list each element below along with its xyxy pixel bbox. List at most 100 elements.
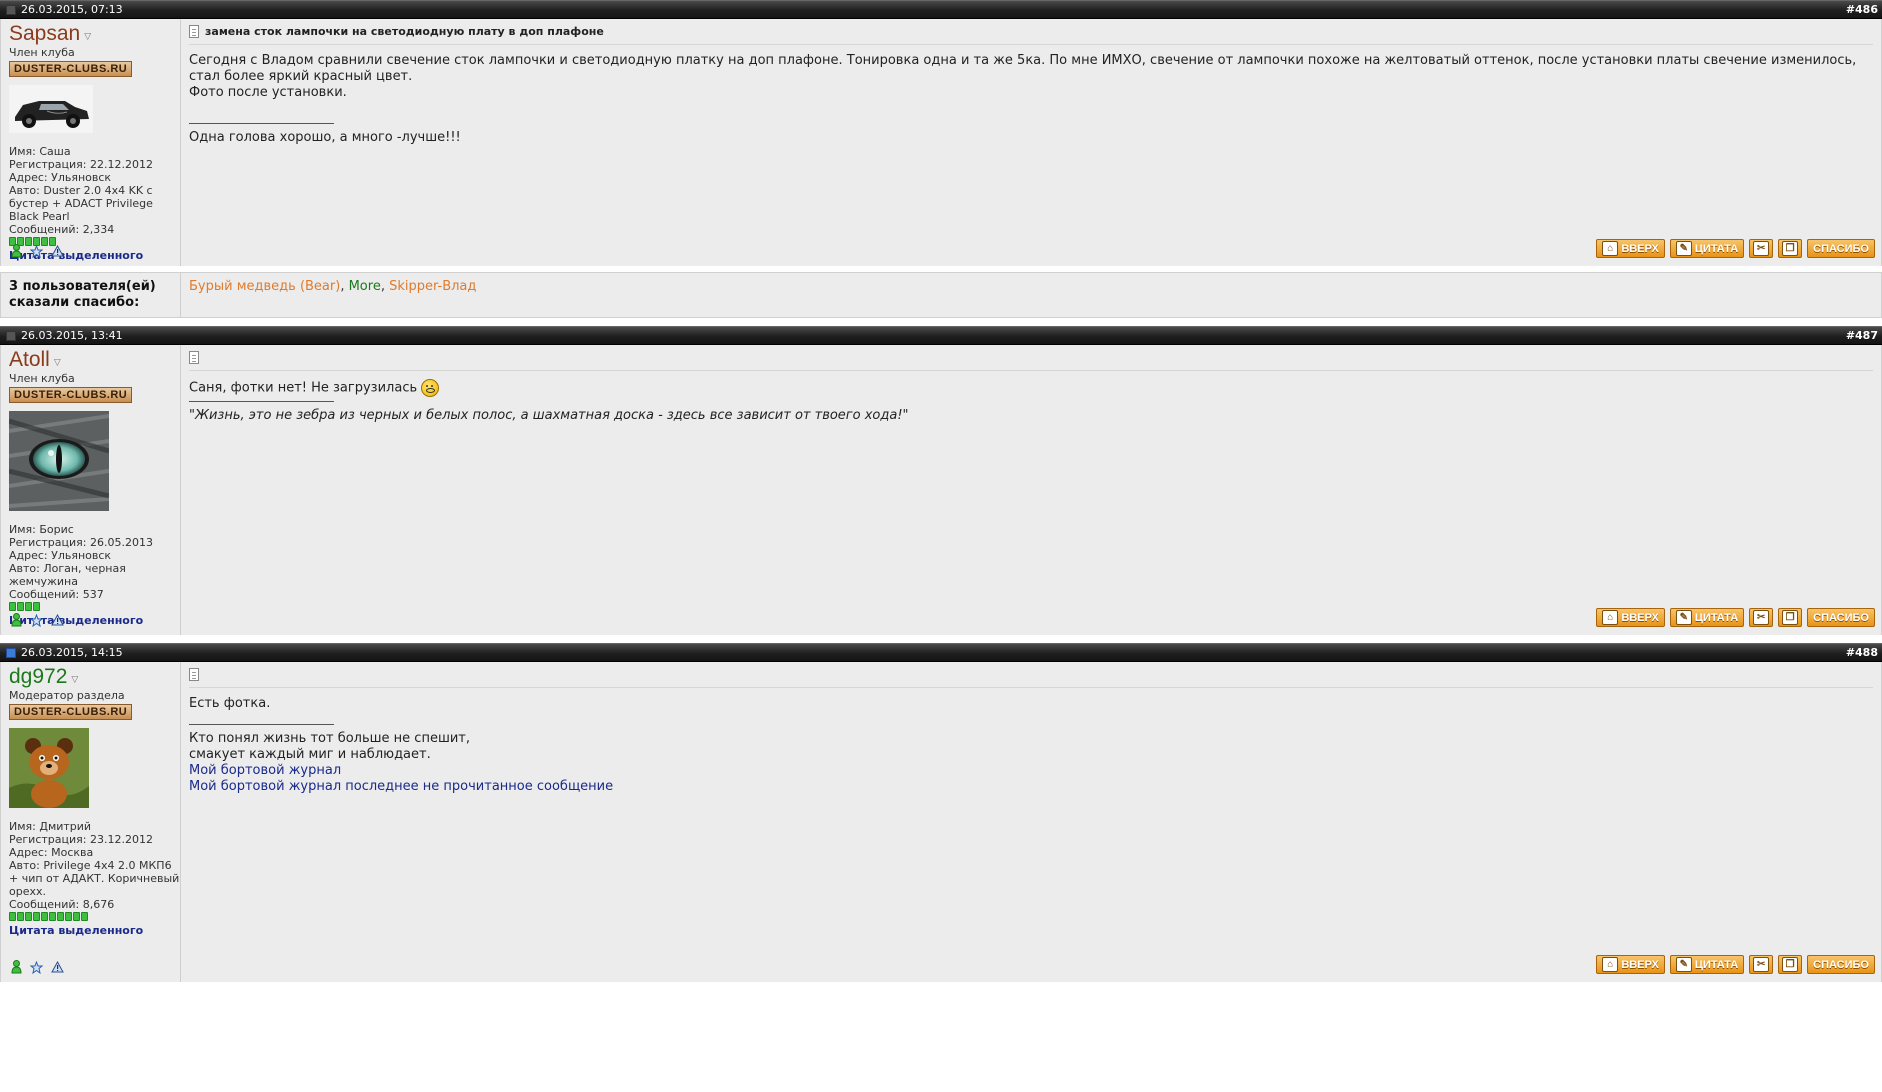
post-status-icon [6,330,16,341]
post-paragraph: Сегодня с Владом сравнили свечение сток … [189,53,1857,84]
signature: "Жизнь, это не зебра из черных и белых п… [189,408,909,423]
thanks-button[interactable]: СПАСИБО [1807,955,1875,974]
post-document-icon [189,668,199,681]
user-detail: Авто: Privilege 4x4 2.0 МКП6 + чип от АД… [9,859,180,898]
user-detail: Сообщений: 8,676 [9,898,115,911]
user-detail: Имя: Дмитрий [9,820,92,833]
user-menu-arrow-icon[interactable]: ▽ [84,32,91,42]
report-warning-icon[interactable] [51,961,64,973]
thanks-user-link[interactable]: Бурый медведь (Bear) [189,279,340,294]
post-paragraph: Саня, фотки нет! Не загрузилась [189,379,1873,397]
online-status-icon [11,613,22,627]
reputation-star-icon[interactable] [30,960,43,974]
message-panel: Есть фотка. Кто понял жизнь тот больше н… [181,662,1881,982]
multiquote-button[interactable]: ✂ [1749,608,1774,627]
multiquote-button[interactable]: ✂ [1749,239,1774,258]
post-title-text: замена сток лампочки на светодиодную пла… [205,25,604,38]
thread: 26.03.2015, 07:13 #486 Sapsan ▽ Член клу… [0,0,1882,982]
username-link[interactable]: Atoll [9,349,50,371]
up-button[interactable]: ⌂ ВВЕРХ [1596,955,1665,974]
quote-button[interactable]: ✎ ЦИТАТА [1669,955,1745,974]
quote-icon: ✎ [1675,241,1692,256]
reputation-star-icon[interactable] [30,613,43,627]
user-detail: Авто: Логан, черная жемчужина [9,562,126,588]
multiquote-button[interactable]: ✂ [1749,955,1774,974]
user-detail: Имя: Саша [9,145,71,158]
user-menu-arrow-icon[interactable]: ▽ [54,358,61,368]
smiley-icon [421,379,440,397]
signature-line: смакует каждый миг и наблюдает. [189,747,431,762]
post-buttons: ⌂ ВВЕРХ ✎ ЦИТАТА ✂ ❐ СПАСИБО [1596,955,1875,974]
user-detail: Регистрация: 23.12.2012 [9,833,153,846]
avatar[interactable] [9,85,93,133]
post-header: 26.03.2015, 13:41 #487 [0,326,1882,345]
report-warning-icon[interactable] [51,614,64,626]
post-body: Саня, фотки нет! Не загрузилась "Жизнь, … [189,371,1873,424]
user-action-icons [11,613,64,627]
online-status-icon [11,244,22,258]
quick-quote-button[interactable]: ❐ [1778,239,1803,258]
quote-button[interactable]: ✎ ЦИТАТА [1669,239,1745,258]
avatar[interactable] [9,728,89,808]
multiquote-icon: ✂ [1753,610,1770,625]
signature: Кто понял жизнь тот больше не спешит, см… [189,731,1873,795]
post-number-link[interactable]: #487 [1846,329,1878,342]
post-number-link[interactable]: #488 [1846,646,1878,659]
up-button[interactable]: ⌂ ВВЕРХ [1596,608,1665,627]
quote-button[interactable]: ✎ ЦИТАТА [1669,608,1745,627]
quote-selected-link[interactable]: Цитата выделенного [9,924,180,937]
avatar[interactable] [9,411,109,511]
multiquote-icon: ✂ [1753,241,1770,256]
user-title: Член клуба [9,372,75,385]
post-document-icon [189,25,199,38]
post-paragraph: Фото после установки. [189,85,347,100]
signature-separator [189,123,334,124]
report-warning-icon[interactable] [51,245,64,257]
signature-separator [189,724,334,725]
username-link[interactable]: Sapsan [9,23,80,45]
user-title: Модератор раздела [9,689,125,702]
post-body: Сегодня с Владом сравнили свечение сток … [189,45,1873,146]
post-title: замена сток лампочки на светодиодную пла… [189,25,1873,45]
user-info-panel: dg972 ▽ Модератор раздела DUSTER-CLUBS.R… [1,662,181,982]
quick-quote-icon: ❐ [1782,957,1799,972]
user-action-icons [11,244,64,258]
quote-icon: ✎ [1675,957,1692,972]
post-status-icon [6,4,16,15]
signature-line: Кто понял жизнь тот больше не спешит, [189,731,470,746]
up-button[interactable]: ⌂ ВВЕРХ [1596,239,1665,258]
username-link[interactable]: dg972 [9,666,67,688]
thanks-user-link[interactable]: Skipper-Влад [389,279,476,294]
thanks-label: 3 пользователя(ей) сказали спасибо: [1,273,181,317]
quick-quote-button[interactable]: ❐ [1778,955,1803,974]
home-icon: ⌂ [1602,957,1619,972]
user-detail: Авто: Duster 2.0 4x4 KK с бустер + ADACT… [9,184,153,223]
club-badge: DUSTER-CLUBS.RU [9,61,133,77]
home-icon: ⌂ [1602,610,1619,625]
thanks-button[interactable]: СПАСИБО [1807,239,1875,258]
thanks-user-link[interactable]: More [349,279,381,294]
user-detail: Сообщений: 537 [9,588,104,601]
online-status-icon [11,960,22,974]
post-buttons: ⌂ ВВЕРХ ✎ ЦИТАТА ✂ ❐ СПАСИБО [1596,239,1875,258]
signature: Одна голова хорошо, а много -лучше!!! [189,130,461,145]
logbook-link[interactable]: Мой бортовой журнал [189,763,1873,779]
user-action-icons [11,960,64,974]
post: dg972 ▽ Модератор раздела DUSTER-CLUBS.R… [0,662,1882,982]
post-header: 26.03.2015, 07:13 #486 [0,0,1882,19]
post: Sapsan ▽ Член клуба DUSTER-CLUBS.RU Имя:… [0,19,1882,266]
user-menu-arrow-icon[interactable]: ▽ [71,675,78,685]
message-panel: Саня, фотки нет! Не загрузилась "Жизнь, … [181,345,1881,635]
reputation-star-icon[interactable] [30,244,43,258]
thanks-user-list: Бурый медведь (Bear), More, Skipper-Влад [189,279,477,294]
thanks-button[interactable]: СПАСИБО [1807,608,1875,627]
post-number-link[interactable]: #486 [1846,3,1878,16]
reputation-bar [9,602,180,611]
quote-icon: ✎ [1675,610,1692,625]
logbook-last-unread-link[interactable]: Мой бортовой журнал последнее не прочита… [189,779,1873,795]
post-buttons: ⌂ ВВЕРХ ✎ ЦИТАТА ✂ ❐ СПАСИБО [1596,608,1875,627]
quick-quote-button[interactable]: ❐ [1778,608,1803,627]
quick-quote-icon: ❐ [1782,241,1799,256]
post-paragraph: Есть фотка. [189,696,271,711]
club-badge: DUSTER-CLUBS.RU [9,387,133,403]
